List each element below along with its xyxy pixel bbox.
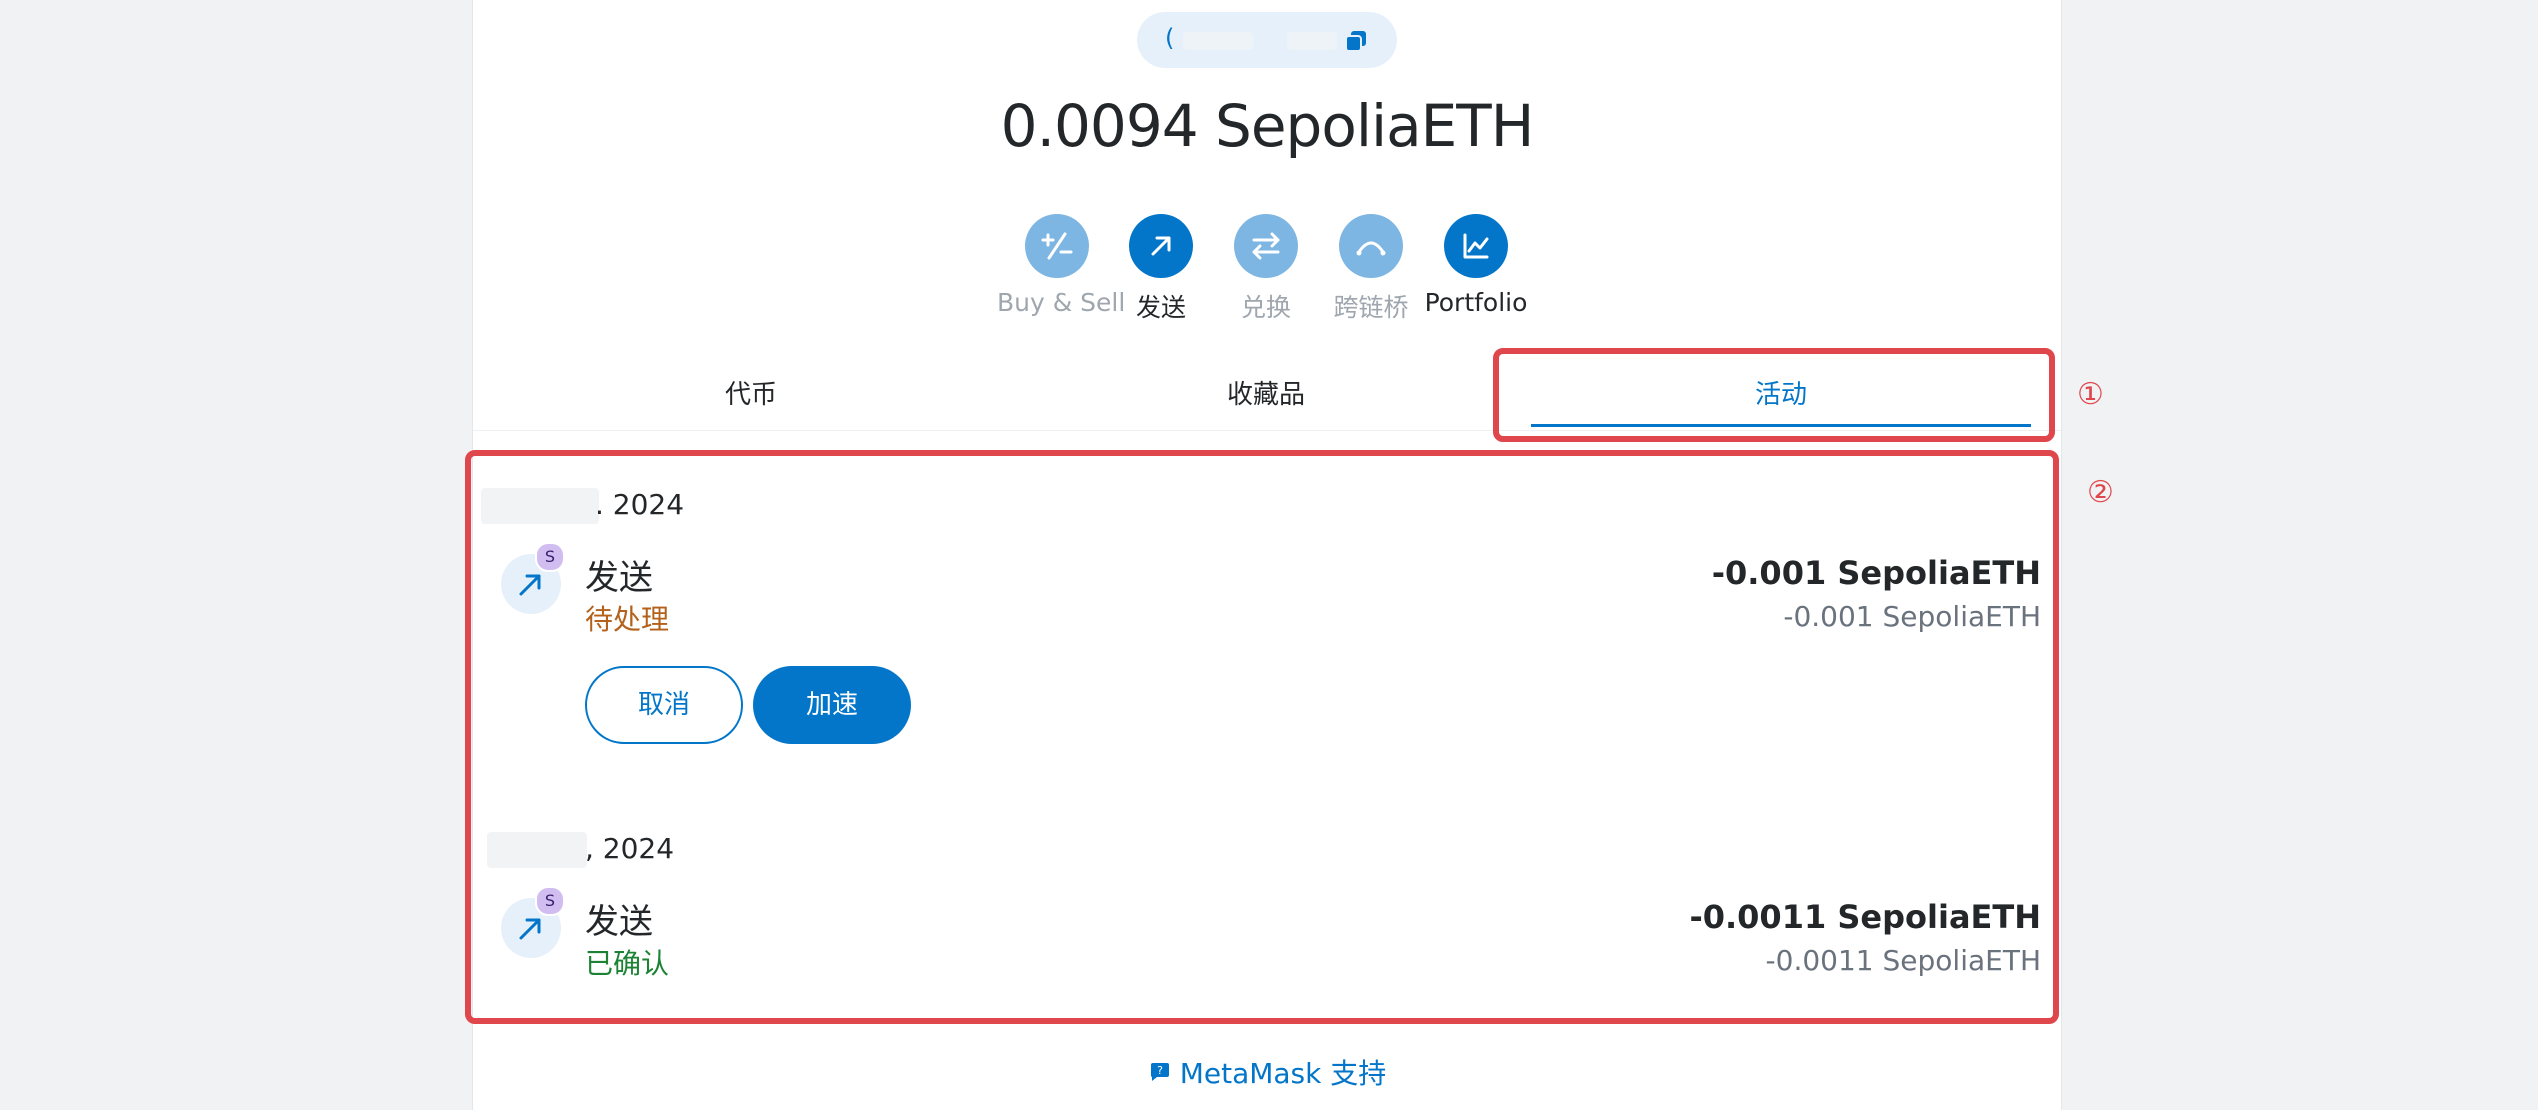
tx-type: 发送 — [585, 902, 653, 942]
annotation-number-1: ① — [2077, 377, 2104, 412]
network-badge: S — [535, 542, 565, 572]
buy-sell-label: Buy & Sell — [997, 288, 1126, 317]
list-item[interactable]: S 发送 待处理 -0.001 SepoliaETH -0.001 Sepoli… — [501, 542, 2041, 648]
date-redaction — [487, 832, 587, 868]
account-address-pill[interactable]: ( — [1137, 12, 1397, 68]
tx-amount-secondary: -0.0011 SepoliaETH — [1765, 944, 2041, 977]
support-chat-icon: ? — [1150, 1063, 1169, 1081]
annotation-number-2: ② — [2087, 475, 2114, 510]
date-redaction — [481, 488, 599, 524]
bridge-label: 跨链桥 — [1333, 293, 1409, 322]
bridge-icon — [1339, 214, 1403, 278]
account-address: ( — [1165, 24, 1175, 52]
tx-amount: -0.001 SepoliaETH — [1711, 554, 2041, 592]
send-button[interactable]: 发送 — [1101, 214, 1221, 324]
cancel-button[interactable]: 取消 — [585, 666, 743, 744]
arrow-up-right-icon — [1129, 214, 1193, 278]
tab-collectibles[interactable]: 收藏品 — [1016, 360, 1516, 430]
send-label: 发送 — [1135, 293, 1186, 322]
activity-date: , 2024 — [585, 832, 675, 865]
metamask-support-link[interactable]: ? MetaMask 支持 — [473, 1052, 2061, 1092]
copy-icon[interactable] — [1343, 28, 1369, 54]
wallet-panel: ( 0.0094 SepoliaETH Buy & Sell 发送 兑换 跨链桥… — [465, 0, 2062, 1110]
bridge-button[interactable]: 跨链桥 — [1311, 214, 1431, 324]
activity-date: . 2024 — [595, 488, 685, 521]
support-label: MetaMask 支持 — [1179, 1057, 1387, 1090]
swap-button[interactable]: 兑换 — [1206, 214, 1326, 324]
tx-type: 发送 — [585, 558, 653, 598]
tx-amount: -0.0011 SepoliaETH — [1689, 898, 2041, 936]
list-item[interactable]: S 发送 已确认 -0.0011 SepoliaETH -0.0011 Sepo… — [501, 886, 2041, 992]
address-redaction — [1287, 32, 1337, 50]
network-badge: S — [535, 886, 565, 916]
svg-text:?: ? — [1157, 1064, 1163, 1077]
portfolio-button[interactable]: Portfolio — [1416, 214, 1536, 317]
tx-status: 待处理 — [585, 603, 670, 636]
plus-minus-icon — [1025, 214, 1089, 278]
tx-amount-secondary: -0.001 SepoliaETH — [1783, 600, 2041, 633]
buy-sell-button[interactable]: Buy & Sell — [997, 214, 1126, 317]
tab-tokens[interactable]: 代币 — [501, 360, 1001, 430]
address-redaction — [1183, 32, 1253, 50]
account-balance: 0.0094 SepoliaETH — [1000, 92, 1535, 160]
portfolio-label: Portfolio — [1424, 288, 1528, 317]
tx-status: 已确认 — [585, 947, 670, 980]
annotation-box-1 — [1493, 348, 2055, 442]
swap-label: 兑换 — [1240, 293, 1291, 322]
speed-up-button[interactable]: 加速 — [753, 666, 911, 744]
swap-icon — [1234, 214, 1298, 278]
chart-icon — [1444, 214, 1508, 278]
